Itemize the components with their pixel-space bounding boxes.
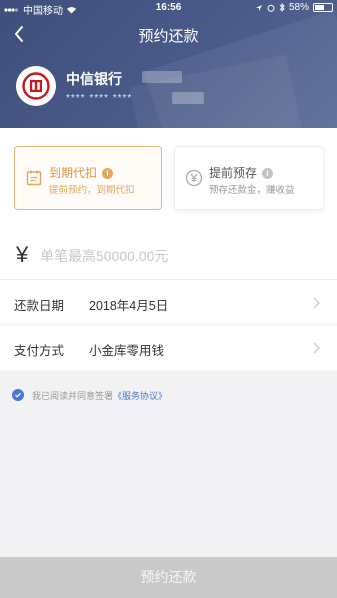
- calendar-icon: [26, 170, 42, 186]
- bank-name: 中信银行: [66, 71, 122, 87]
- option-title: 提前预存 i: [209, 164, 274, 181]
- yen-symbol: ¥: [16, 242, 29, 267]
- info-icon[interactable]: i: [102, 168, 114, 179]
- info-icon[interactable]: i: [262, 168, 274, 179]
- service-agreement-link[interactable]: 《服务协议》: [113, 389, 167, 402]
- alarm-icon: [267, 4, 275, 12]
- agreement-text: 我已阅读并同意签署: [32, 390, 114, 401]
- page-title: 预约还款: [138, 28, 199, 45]
- bank-logo: [16, 66, 56, 106]
- bluetooth-icon: [279, 3, 285, 12]
- option-subtitle: 预存还款金，赚收益: [209, 185, 295, 196]
- status-bar: 中国移动 16:56 58%: [0, 0, 337, 17]
- field-label: 还款日期: [14, 299, 65, 313]
- field-label: 支付方式: [14, 344, 65, 358]
- chevron-right-icon: [313, 297, 320, 309]
- option-due-debit[interactable]: 到期代扣 i 提前预约，到期代扣: [14, 146, 162, 210]
- citic-bank-logo-icon: [22, 72, 50, 100]
- amount-row: ¥: [0, 232, 337, 280]
- option-title-text: 提前预存: [209, 166, 258, 180]
- yen-coin-icon: [185, 169, 203, 187]
- payment-method-row[interactable]: 支付方式 小金库零用钱: [0, 325, 337, 370]
- masked-text: [172, 92, 204, 104]
- location-icon: [255, 4, 262, 11]
- repayment-form: 到期代扣 i 提前预约，到期代扣 提前预存 i 预存还款金，赚收益 ¥ 还款日期 2…: [0, 128, 337, 370]
- card-number-mask: **** **** ****: [66, 93, 133, 104]
- amount-input[interactable]: [40, 244, 310, 268]
- agreement-checkbox[interactable]: [12, 389, 24, 401]
- battery-level: [315, 5, 325, 10]
- battery-icon: [313, 3, 333, 12]
- option-prepay[interactable]: 提前预存 i 预存还款金，赚收益: [174, 146, 324, 210]
- option-title: 到期代扣 i: [49, 164, 114, 181]
- field-value: 2018年4月5日: [89, 299, 169, 313]
- submit-button[interactable]: 预约还款: [0, 557, 337, 598]
- header-banner: 中国移动 16:56 58% 预约还款 中信银行 **** **** ****: [0, 0, 337, 128]
- agreement-row: 我已阅读并同意签署 《服务协议》: [12, 388, 167, 402]
- bank-card-info: 中信银行 **** **** ****: [16, 64, 316, 108]
- check-icon: [15, 392, 21, 398]
- option-title-text: 到期代扣: [49, 166, 98, 180]
- nav-bar: 预约还款: [0, 16, 337, 52]
- repayment-date-row[interactable]: 还款日期 2018年4月5日: [0, 280, 337, 325]
- masked-text: [142, 71, 182, 83]
- battery-percent: 58%: [288, 2, 309, 13]
- chevron-right-icon: [313, 342, 320, 354]
- option-subtitle: 提前预约，到期代扣: [49, 185, 135, 196]
- field-value: 小金库零用钱: [89, 344, 165, 358]
